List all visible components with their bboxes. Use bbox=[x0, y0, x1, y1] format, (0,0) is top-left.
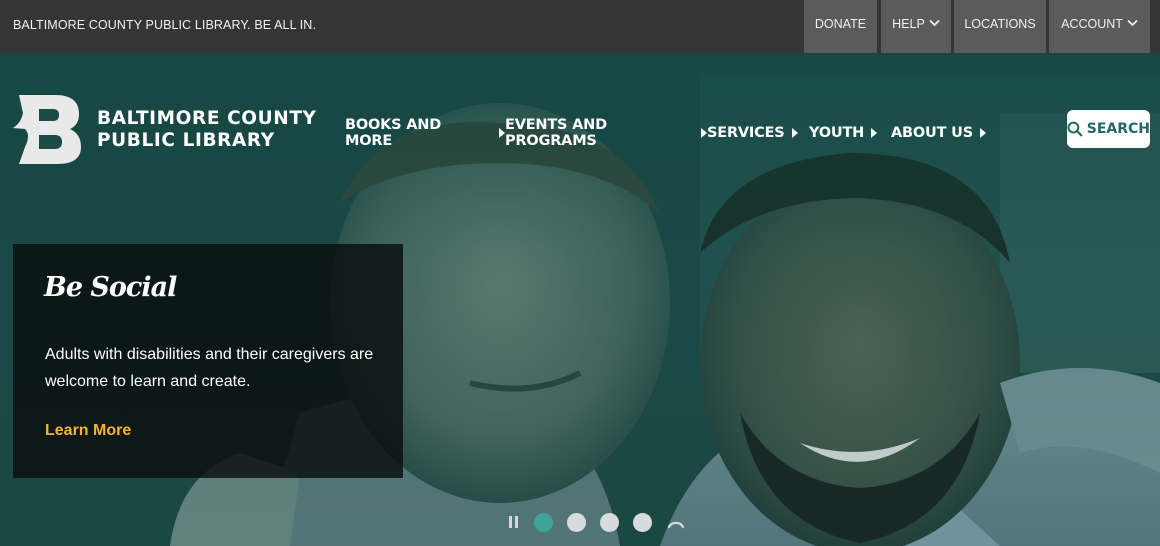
b-letter-logo-icon bbox=[13, 95, 81, 164]
loading-spinner-icon bbox=[667, 521, 685, 529]
caret-right-icon bbox=[871, 128, 878, 138]
search-button[interactable]: SEARCH bbox=[1067, 110, 1150, 148]
nav-books-and-more[interactable]: BOOKS AND MORE bbox=[345, 117, 505, 149]
nav-label: YOUTH bbox=[809, 125, 865, 141]
locations-label: LOCATIONS bbox=[964, 17, 1036, 31]
help-label: HELP bbox=[892, 17, 925, 31]
carousel-dot-2[interactable] bbox=[567, 512, 586, 532]
site-tagline: BALTIMORE COUNTY PUBLIC LIBRARY. BE ALL … bbox=[13, 18, 317, 32]
caret-right-icon bbox=[791, 128, 798, 138]
nav-services[interactable]: SERVICES bbox=[707, 117, 809, 149]
nav-label: SERVICES bbox=[707, 125, 785, 141]
slide-card: Be Social Adults with disabilities and t… bbox=[13, 244, 403, 478]
library-name-line1: BALTIMORE COUNTY bbox=[97, 107, 317, 129]
chevron-down-icon bbox=[1127, 19, 1138, 27]
nav-youth[interactable]: YOUTH bbox=[809, 117, 891, 149]
nav-about-us[interactable]: ABOUT US bbox=[891, 117, 991, 149]
carousel-dot-3[interactable] bbox=[600, 512, 619, 532]
account-label: ACCOUNT bbox=[1061, 17, 1123, 31]
help-menu[interactable]: HELP bbox=[881, 0, 951, 53]
donate-label: DONATE bbox=[814, 17, 867, 31]
carousel-dot-1[interactable] bbox=[534, 512, 553, 532]
pause-icon[interactable] bbox=[506, 514, 520, 530]
chevron-down-icon bbox=[929, 19, 940, 27]
nav-events-and-programs[interactable]: EVENTS AND PROGRAMS bbox=[505, 117, 707, 149]
search-label: SEARCH bbox=[1086, 121, 1150, 137]
carousel-dot-4[interactable] bbox=[633, 512, 652, 532]
slide-description: Adults with disabilities and their careg… bbox=[45, 346, 374, 390]
library-name: BALTIMORE COUNTY PUBLIC LIBRARY bbox=[97, 108, 317, 152]
caret-right-icon bbox=[979, 128, 986, 138]
site-logo[interactable]: BALTIMORE COUNTY PUBLIC LIBRARY bbox=[13, 95, 317, 164]
nav-label: ABOUT US bbox=[891, 125, 973, 141]
nav-label: BOOKS AND MORE bbox=[345, 117, 442, 149]
library-name-line2: PUBLIC LIBRARY bbox=[97, 129, 275, 151]
donate-link[interactable]: DONATE bbox=[804, 0, 877, 53]
account-menu[interactable]: ACCOUNT bbox=[1049, 0, 1150, 53]
slide-title: Be Social bbox=[44, 272, 177, 303]
locations-link[interactable]: LOCATIONS bbox=[954, 0, 1046, 53]
utility-bar: BALTIMORE COUNTY PUBLIC LIBRARY. BE ALL … bbox=[0, 0, 1160, 53]
nav-label: EVENTS AND PROGRAMS bbox=[505, 117, 607, 149]
main-nav: BOOKS AND MORE EVENTS AND PROGRAMS SERVI… bbox=[345, 117, 991, 149]
search-icon bbox=[1067, 121, 1083, 137]
carousel-controls bbox=[506, 512, 686, 532]
learn-more-link[interactable]: Learn More bbox=[45, 422, 131, 440]
